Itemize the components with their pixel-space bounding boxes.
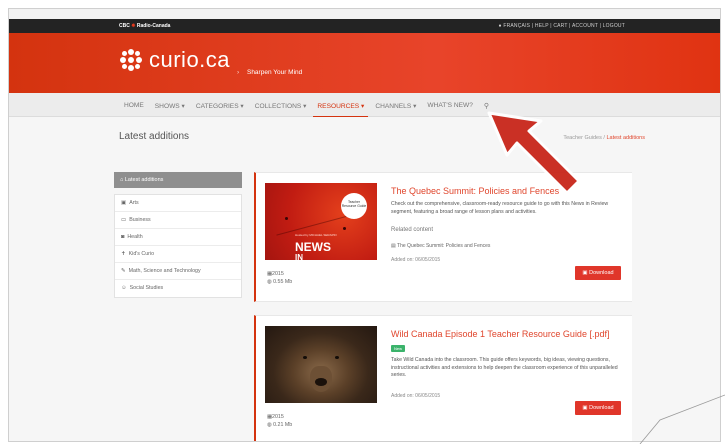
pdf-icon: ▣: [582, 405, 588, 411]
nav-categories[interactable]: CATEGORIES ▾: [196, 102, 244, 110]
thumbnail-host: Hosted by MICHAEL SERAPIO: [295, 233, 337, 237]
tagline-text: Sharpen Your Mind: [246, 69, 303, 76]
download-label: Download: [589, 270, 614, 276]
screenshot-frame: CBC ✸ Radio-Canada ● FRANÇAIS | HELP | C…: [8, 8, 721, 442]
nav-home[interactable]: HOME: [124, 102, 144, 110]
new-badge: New: [391, 345, 406, 352]
added-date: Added on: 06/05/2015: [391, 257, 441, 263]
sidebar-item-math-science[interactable]: ✎ Math, Science and Technology: [115, 263, 241, 280]
news-in-review-thumbnail[interactable]: Teacher Resource Guide Hosted by MICHAEL…: [265, 183, 377, 260]
download-label: Download: [589, 405, 614, 411]
card-year: 2015: [272, 271, 284, 277]
sidebar-item-label: Social Studies: [129, 285, 164, 291]
chevron-right-icon: ›: [237, 69, 240, 76]
sidebar-item-health[interactable]: ◙ Health: [115, 229, 241, 246]
logo-text: curio.ca: [149, 47, 231, 72]
home-icon: ⌂: [120, 177, 124, 183]
card-year: 2015: [272, 414, 284, 420]
pencil-icon: ✎: [121, 267, 126, 274]
main-content: ⌂ Latest additions ▣ Arts ▭ Business ◙ H…: [9, 157, 720, 441]
related-heading: Related content: [391, 227, 434, 233]
added-date: Added on: 06/05/2015: [391, 393, 441, 399]
briefcase-icon: ▭: [121, 216, 127, 223]
page-title-band: Latest additions Teacher Guides / Latest…: [9, 117, 720, 157]
nav-whats-new[interactable]: WHAT'S NEW?: [427, 102, 472, 110]
sidebar-item-social-studies[interactable]: ☺ Social Studies: [115, 280, 241, 297]
person-icon: ✝: [121, 250, 126, 257]
radio-canada-label: Radio-Canada: [136, 23, 171, 29]
group-icon: ☺: [121, 285, 127, 291]
related-link-label: The Quebec Summit: Policies and Fences: [397, 243, 491, 249]
tagline: › Sharpen Your Mind: [237, 69, 302, 76]
thumbnail-badge: Teacher Resource Guide: [341, 193, 367, 219]
sidebar: ⌂ Latest additions ▣ Arts ▭ Business ◙ H…: [114, 172, 242, 298]
nav-shows[interactable]: SHOWS ▾: [155, 102, 185, 110]
card-title[interactable]: Wild Canada Episode 1 Teacher Resource G…: [391, 329, 609, 339]
main-nav: HOME SHOWS ▾ CATEGORIES ▾ COLLECTIONS ▾ …: [9, 93, 720, 118]
file-size-icon: ◍: [267, 279, 272, 285]
camera-icon: ◙: [121, 233, 125, 240]
utility-links-text[interactable]: FRANÇAIS | HELP | CART | ACCOUNT | LOGOU…: [503, 23, 625, 29]
nav-collections[interactable]: COLLECTIONS ▾: [255, 102, 307, 110]
film-icon: ▤: [391, 243, 396, 249]
resource-card: ▦2015 ◍ 0.21 Mb Wild Canada Episode 1 Te…: [254, 315, 632, 441]
card-meta: ▦2015 ◍ 0.55 Mb: [267, 270, 292, 286]
sidebar-item-label: Business: [129, 216, 151, 223]
sidebar-list: ▣ Arts ▭ Business ◙ Health ✝ Kid's Curio…: [114, 194, 242, 298]
cbc-gem-icon: ✸: [131, 23, 136, 29]
pdf-icon: ▣: [582, 270, 588, 276]
sidebar-item-label: Math, Science and Technology: [128, 267, 201, 274]
pointer-arrow-icon: [487, 111, 581, 195]
related-link[interactable]: ▤ The Quebec Summit: Policies and Fences: [391, 243, 490, 249]
thumbnail-news-text: NEWS: [295, 240, 331, 254]
file-size-icon: ◍: [267, 422, 272, 428]
download-button[interactable]: ▣ Download: [575, 266, 621, 280]
page-title: Latest additions: [119, 131, 190, 142]
grizzly-bear-thumbnail[interactable]: [265, 326, 377, 403]
site-header: curio.ca › Sharpen Your Mind: [9, 33, 720, 93]
utility-bar: CBC ✸ Radio-Canada ● FRANÇAIS | HELP | C…: [9, 19, 720, 33]
breadcrumb-current: Latest additions: [606, 135, 645, 141]
sidebar-header-label: Latest additions: [124, 177, 164, 183]
globe-icon: ●: [498, 23, 502, 29]
sidebar-item-label: Arts: [129, 199, 139, 206]
card-size: 0.55 Mb: [273, 279, 293, 285]
nav-channels[interactable]: CHANNELS ▾: [375, 102, 416, 110]
sidebar-item-label: Kid's Curio: [128, 250, 155, 257]
curio-logo[interactable]: curio.ca: [119, 47, 230, 73]
sidebar-item-label: Health: [127, 233, 143, 240]
sidebar-item-arts[interactable]: ▣ Arts: [115, 195, 241, 212]
cbc-brand[interactable]: CBC ✸ Radio-Canada: [119, 23, 170, 29]
nav-resources[interactable]: RESOURCES ▾: [313, 102, 369, 118]
card-size: 0.21 Mb: [273, 422, 293, 428]
thumbnail-in-text: IN: [295, 253, 303, 260]
download-button[interactable]: ▣ Download: [575, 401, 621, 415]
cbc-label: CBC: [119, 23, 130, 29]
sidebar-item-business[interactable]: ▭ Business: [115, 212, 241, 229]
card-description: Take Wild Canada into the classroom. Thi…: [391, 357, 618, 378]
utility-links[interactable]: ● FRANÇAIS | HELP | CART | ACCOUNT | LOG…: [499, 23, 626, 29]
sidebar-header[interactable]: ⌂ Latest additions: [114, 172, 242, 188]
sidebar-item-kids-curio[interactable]: ✝ Kid's Curio: [115, 246, 241, 263]
cbc-gem-logo-icon: [119, 48, 143, 72]
card-meta: ▦2015 ◍ 0.21 Mb: [267, 413, 292, 429]
image-icon: ▣: [121, 199, 127, 206]
